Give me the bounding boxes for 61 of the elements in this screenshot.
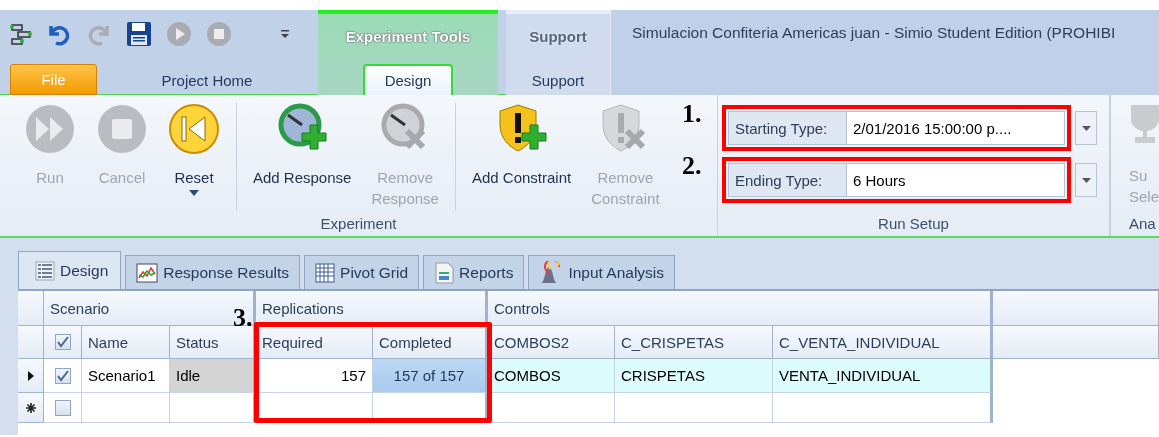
table-cell: Scenario1: [82, 359, 170, 393]
combo-field[interactable]: Starting Type: 2/01/2016 15:00:00 p....: [728, 111, 1065, 145]
save-icon[interactable]: [126, 21, 152, 47]
column-header[interactable]: Required: [256, 326, 373, 359]
list-icon: [35, 260, 55, 281]
column-header[interactable]: Completed: [373, 326, 488, 359]
table-cell: 157 of 157: [373, 359, 488, 393]
flowchart-icon[interactable]: [10, 23, 32, 45]
ribbon-tab[interactable]: Design: [363, 64, 453, 95]
view-tab[interactable]: Design: [18, 251, 122, 289]
view-tab[interactable]: Response Results: [125, 255, 301, 289]
skip-back-icon: [169, 104, 219, 154]
tab-group-title: Support: [529, 27, 587, 45]
band-header[interactable]: Replications: [262, 299, 344, 317]
ribbon-tab[interactable]: Project Home: [142, 66, 272, 95]
table-cell: VENTA_INDIVIDUAL: [773, 359, 993, 393]
column-header[interactable]: Status: [170, 326, 256, 359]
band-header[interactable]: Controls: [494, 299, 550, 317]
column-header[interactable]: Name: [82, 326, 170, 359]
band-header[interactable]: Scenario: [50, 299, 110, 317]
grid-icon: [315, 262, 336, 283]
dropdown-button[interactable]: [1075, 111, 1097, 145]
caret-icon: [1081, 125, 1091, 131]
annotation-number: 1.: [682, 99, 702, 129]
ribbon-button[interactable]: Add Constraint: [461, 103, 582, 188]
view-tab[interactable]: Pivot Grid: [304, 255, 420, 289]
column-header[interactable]: C_CRISPETAS: [615, 326, 773, 359]
document-icon: [434, 261, 455, 284]
ribbon-button[interactable]: Reset: [158, 103, 230, 196]
caret-icon: [189, 190, 199, 196]
table-cell: 157: [256, 359, 373, 393]
group-label: Experiment: [320, 215, 397, 232]
view-tab[interactable]: Reports: [423, 255, 525, 289]
ribbon-button[interactable]: Add Response: [243, 103, 362, 188]
window-title: Simulacion Confiteria Americas juan - Simio Student Edition (PROHIBI: [631, 23, 1117, 43]
checkbox[interactable]: [54, 367, 71, 384]
customize-toolbar-icon[interactable]: [280, 29, 290, 39]
column-header[interactable]: C_VENTA_INDIVIDUAL: [773, 326, 993, 359]
gauge-x-icon: [381, 103, 427, 150]
shield-plus-icon: [499, 104, 547, 152]
shield-x-icon: [602, 104, 647, 152]
checkbox[interactable]: [54, 334, 71, 350]
group-label: Ana: [1129, 215, 1156, 232]
current-row-icon: [27, 370, 34, 381]
table-cell: Idle: [170, 359, 256, 393]
caret-icon: [1081, 177, 1091, 183]
combo-field[interactable]: Ending Type: 6 Hours: [728, 163, 1065, 197]
gauge-plus-icon: [278, 103, 327, 150]
asterisk-icon: [25, 402, 36, 413]
table-cell: CRISPETAS: [615, 359, 773, 393]
tab-group-title: Experiment Tools: [345, 27, 471, 45]
view-tab[interactable]: Input Analysis: [528, 255, 676, 289]
group-label: Run Setup: [878, 215, 949, 232]
chart-icon: [136, 262, 159, 283]
fast-forward-icon: [26, 105, 74, 153]
annotation-number: 2.: [682, 151, 702, 181]
trophy-icon: [1129, 103, 1159, 143]
ribbon-tab[interactable]: Support: [513, 66, 603, 95]
dropdown-button[interactable]: [1075, 163, 1097, 197]
checkbox[interactable]: [54, 399, 71, 416]
stop-icon: [98, 105, 146, 153]
